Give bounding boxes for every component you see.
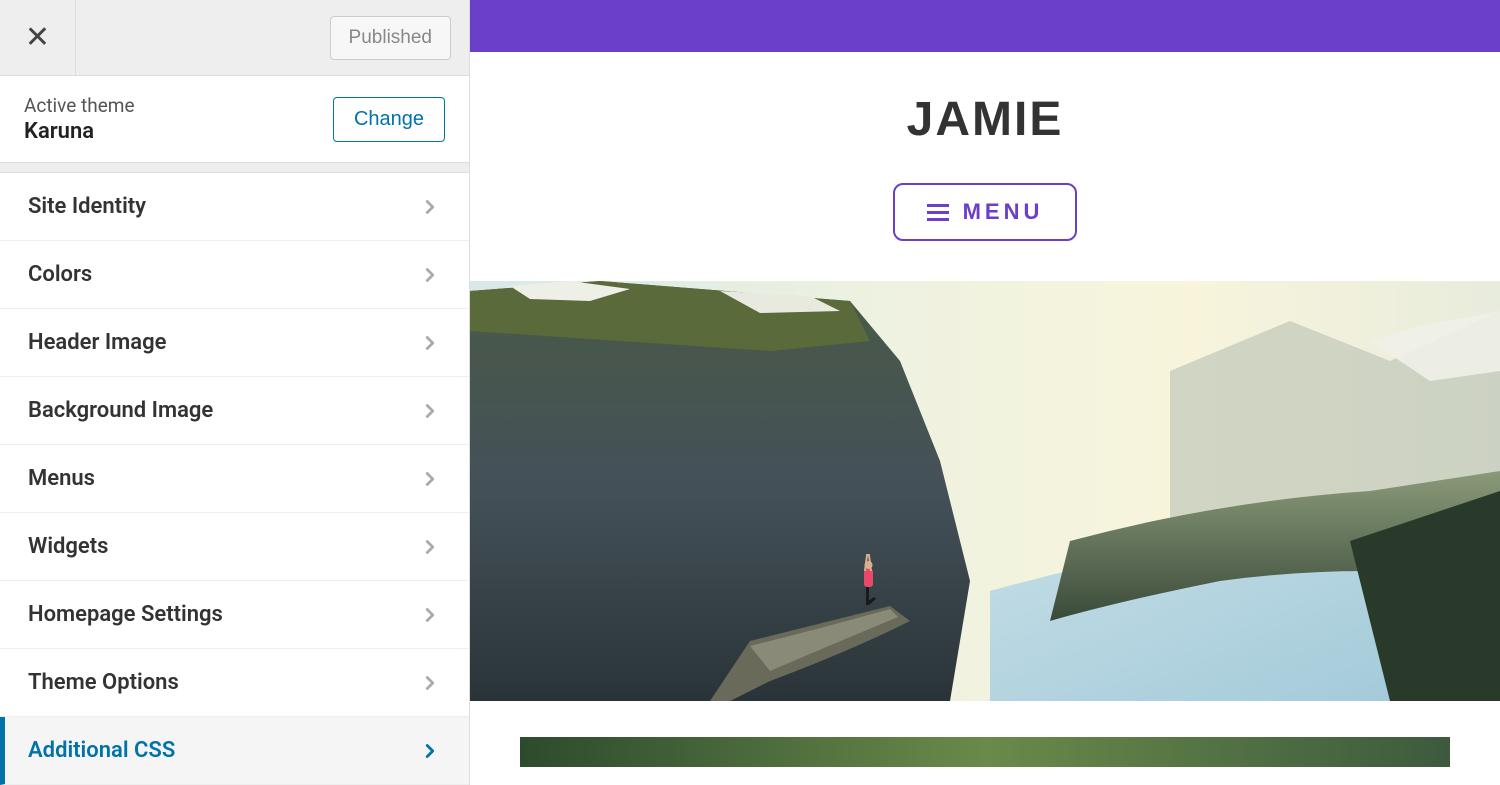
menu-button-label: MENU — [963, 199, 1044, 225]
preview-top-bar — [470, 0, 1500, 52]
chevron-right-icon — [419, 536, 441, 558]
chevron-right-icon — [419, 468, 441, 490]
chevron-right-icon — [419, 332, 441, 354]
chevron-right-icon — [419, 400, 441, 422]
menu-toggle-button[interactable]: MENU — [893, 183, 1078, 241]
panel-item-header-image[interactable]: Header Image — [0, 309, 469, 377]
publish-status-button[interactable]: Published — [330, 16, 451, 60]
panel-item-theme-options[interactable]: Theme Options — [0, 649, 469, 717]
active-theme-info: Active theme Karuna — [24, 94, 135, 144]
panel-item-label: Homepage Settings — [28, 602, 223, 627]
active-theme-name: Karuna — [24, 119, 135, 144]
customizer-topbar: ✕ Published — [0, 0, 469, 76]
panel-item-homepage-settings[interactable]: Homepage Settings — [0, 581, 469, 649]
panel-item-label: Widgets — [28, 534, 108, 559]
customizer-sidebar: ✕ Published Active theme Karuna Change S… — [0, 0, 470, 785]
panel-item-label: Background Image — [28, 398, 213, 423]
site-preview: JAMIE MENU — [470, 0, 1500, 785]
chevron-right-icon — [419, 672, 441, 694]
panel-item-additional-css[interactable]: Additional CSS — [0, 717, 469, 785]
panel-item-background-image[interactable]: Background Image — [0, 377, 469, 445]
chevron-right-icon — [419, 604, 441, 626]
sidebar-spacer — [0, 163, 469, 173]
panel-item-menus[interactable]: Menus — [0, 445, 469, 513]
close-button[interactable]: ✕ — [0, 0, 76, 76]
site-title: JAMIE — [907, 92, 1064, 147]
customizer-panel-list: Site Identity Colors Header Image Backgroun… — [0, 173, 469, 785]
content-image — [520, 737, 1450, 767]
chevron-right-icon — [419, 196, 441, 218]
panel-item-widgets[interactable]: Widgets — [0, 513, 469, 581]
panel-item-site-identity[interactable]: Site Identity — [0, 173, 469, 241]
preview-site-header: JAMIE MENU — [470, 52, 1500, 281]
chevron-right-icon — [419, 264, 441, 286]
panel-item-label: Additional CSS — [28, 738, 175, 763]
panel-item-label: Menus — [28, 466, 95, 491]
hamburger-icon — [927, 204, 949, 221]
close-icon: ✕ — [25, 23, 50, 53]
active-theme-row: Active theme Karuna Change — [0, 76, 469, 163]
panel-item-label: Header Image — [28, 330, 166, 355]
panel-item-colors[interactable]: Colors — [0, 241, 469, 309]
panel-item-label: Site Identity — [28, 194, 146, 219]
panel-item-label: Theme Options — [28, 670, 179, 695]
header-image — [470, 281, 1500, 701]
panel-item-label: Colors — [28, 262, 92, 287]
chevron-right-icon — [419, 740, 441, 762]
active-theme-label: Active theme — [24, 94, 135, 117]
change-theme-button[interactable]: Change — [333, 97, 445, 142]
